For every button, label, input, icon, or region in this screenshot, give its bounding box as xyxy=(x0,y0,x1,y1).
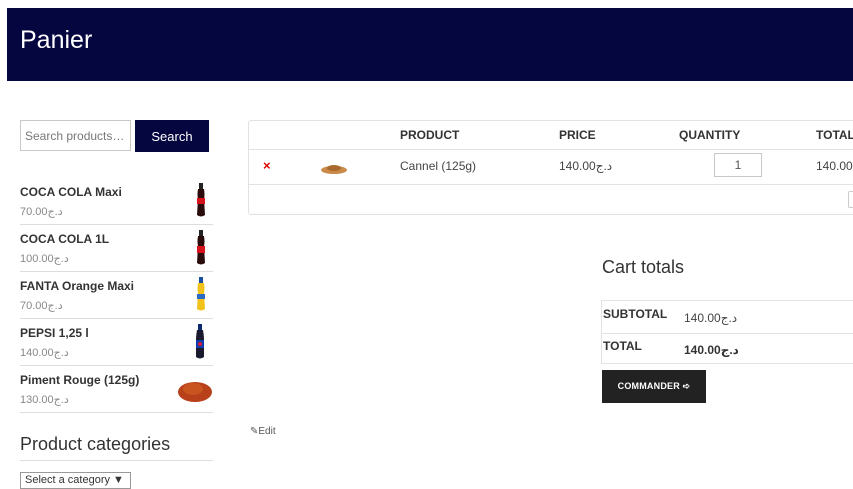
column-header-total: TOTAL xyxy=(816,128,853,142)
divider xyxy=(20,460,213,461)
product-price: 130.00د.ج xyxy=(20,394,69,406)
total-value: 140.00د.ج xyxy=(684,343,739,357)
subtotal-label: SUBTOTAL xyxy=(603,307,668,321)
update-cart-button[interactable] xyxy=(848,191,853,208)
product-price: 70.00د.ج xyxy=(20,206,63,218)
cart-table: PRODUCT PRICE QUANTITY TOTAL × Cannel (1… xyxy=(248,120,853,215)
cart-item-price: 140.00د.ج xyxy=(559,159,613,173)
cart-item-name[interactable]: Cannel (125g) xyxy=(400,159,476,173)
fanta-bottle-icon[interactable] xyxy=(195,277,207,311)
column-header-product: PRODUCT xyxy=(400,128,460,142)
product-price: 140.00د.ج xyxy=(20,347,69,359)
list-item[interactable]: FANTA Orange Maxi 70.00د.ج xyxy=(20,272,213,319)
page-header: Panier xyxy=(7,8,853,81)
list-item[interactable]: Piment Rouge (125g) 130.00د.ج xyxy=(20,366,213,413)
total-label: TOTAL xyxy=(603,339,642,353)
table-header: PRODUCT PRICE QUANTITY TOTAL xyxy=(249,121,853,150)
coca-cola-bottle-icon[interactable] xyxy=(195,183,207,217)
cart-item-total: 140.00د.ج xyxy=(816,159,853,173)
quantity-input[interactable] xyxy=(714,153,762,177)
pepsi-bottle-icon[interactable] xyxy=(193,324,207,360)
search-button[interactable]: Search xyxy=(135,120,209,152)
subtotal-row: SUBTOTAL 140.00د.ج xyxy=(602,301,853,334)
column-header-price: PRICE xyxy=(559,128,596,142)
category-select[interactable]: Select a category ▼ xyxy=(20,472,131,489)
page-title: Panier xyxy=(20,26,93,54)
product-list: COCA COLA Maxi 70.00د.ج COCA COLA 1L 100… xyxy=(20,178,213,413)
cart-totals-title: Cart totals xyxy=(602,257,685,277)
coca-cola-bottle-icon[interactable] xyxy=(195,230,207,266)
cart-totals-table: SUBTOTAL 140.00د.ج TOTAL 140.00د.ج xyxy=(601,300,853,364)
edit-label: Edit xyxy=(258,426,276,437)
list-item[interactable]: PEPSI 1,25 l 140.00د.ج xyxy=(20,319,213,366)
remove-item-icon[interactable]: × xyxy=(263,158,271,173)
subtotal-value: 140.00د.ج xyxy=(684,311,738,325)
checkout-button[interactable]: COMMANDER ➪ xyxy=(602,370,706,403)
product-name[interactable]: FANTA Orange Maxi xyxy=(20,279,134,293)
table-row: × Cannel (125g) 140.00د.ج 140.00د.ج xyxy=(249,149,853,185)
product-name[interactable]: COCA COLA 1L xyxy=(20,232,109,246)
red-pepper-powder-icon[interactable] xyxy=(177,374,213,404)
product-name[interactable]: PEPSI 1,25 l xyxy=(20,326,89,340)
list-item[interactable]: COCA COLA Maxi 70.00د.ج xyxy=(20,178,213,225)
cinnamon-powder-icon[interactable] xyxy=(320,160,348,174)
categories-title: Product categories xyxy=(20,434,171,454)
search-input[interactable] xyxy=(20,120,131,151)
product-price: 100.00د.ج xyxy=(20,253,69,265)
product-name[interactable]: COCA COLA Maxi xyxy=(20,185,122,199)
product-price: 70.00د.ج xyxy=(20,300,63,312)
column-header-quantity: QUANTITY xyxy=(679,128,741,142)
total-row: TOTAL 140.00د.ج xyxy=(602,333,853,365)
list-item[interactable]: COCA COLA 1L 100.00د.ج xyxy=(20,225,213,272)
product-name[interactable]: Piment Rouge (125g) xyxy=(20,373,139,387)
edit-link[interactable]: ✎Edit xyxy=(250,426,276,437)
